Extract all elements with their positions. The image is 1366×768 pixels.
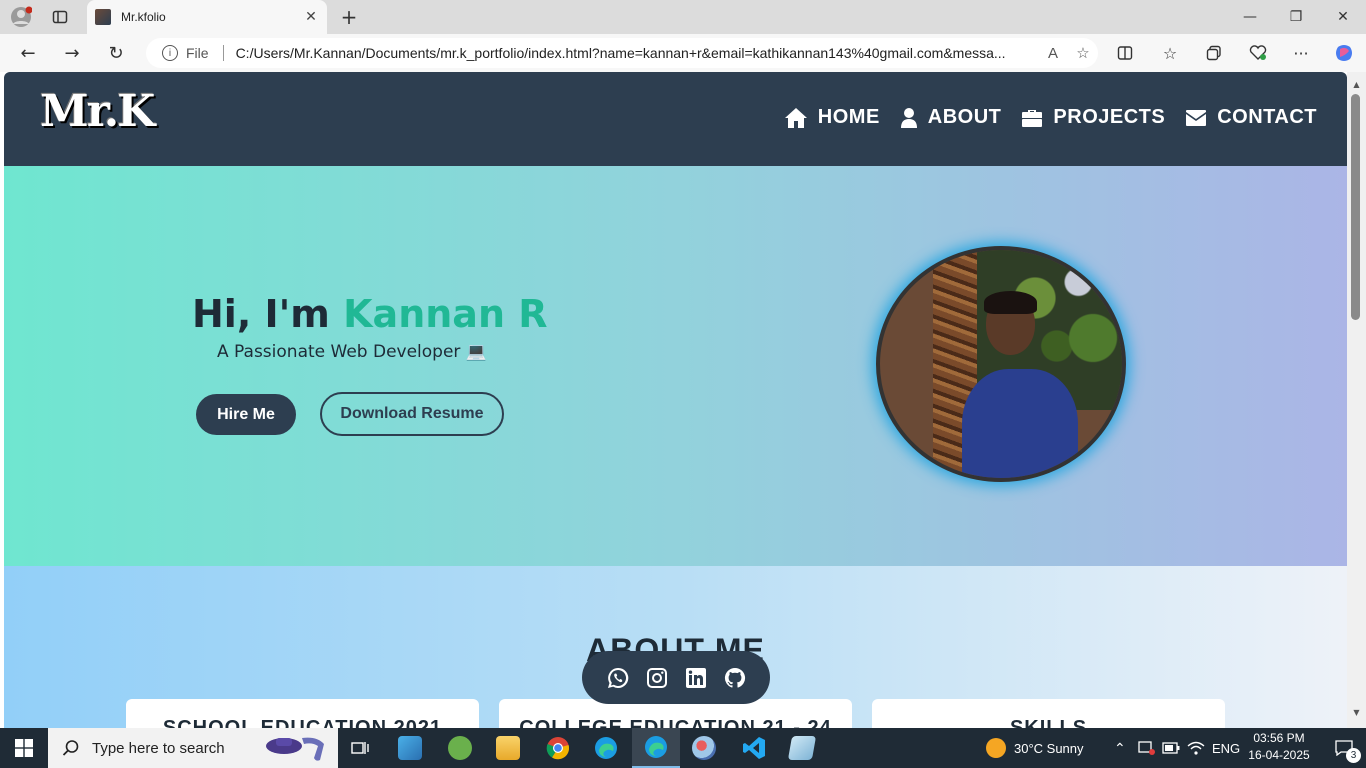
tab-portfolio[interactable]: Mr.kfolio ✕ xyxy=(87,0,327,34)
file-explorer-icon[interactable] xyxy=(484,728,532,768)
taskbar-app-spring-icon[interactable] xyxy=(436,728,484,768)
language-indicator[interactable]: ENG xyxy=(1212,728,1240,768)
split-screen-icon[interactable] xyxy=(1107,38,1143,68)
scrollbar-thumb[interactable] xyxy=(1351,94,1360,320)
nav-about-label: ABOUT xyxy=(927,106,1002,128)
sun-icon xyxy=(986,738,1006,758)
edge-icon[interactable] xyxy=(582,728,630,768)
hire-me-button[interactable]: Hire Me xyxy=(196,394,296,435)
notifications-icon[interactable]: 3 xyxy=(1322,728,1366,768)
scroll-up-icon[interactable]: ▲ xyxy=(1347,76,1366,92)
whatsapp-icon[interactable] xyxy=(605,665,630,690)
edge-active-icon[interactable] xyxy=(632,728,680,768)
card-school-education: SCHOOL EDUCATION 2021 xyxy=(126,699,479,728)
hero-name: Kannan R xyxy=(343,292,548,336)
nav-home-label: HOME xyxy=(817,106,880,128)
favorites-icon[interactable]: ☆ xyxy=(1152,38,1188,68)
clock-time: 03:56 PM xyxy=(1253,731,1305,745)
url-divider xyxy=(222,45,224,61)
nav-item-home[interactable]: HOME xyxy=(784,106,880,129)
minimize-icon[interactable]: — xyxy=(1227,0,1273,34)
collections-icon[interactable] xyxy=(1196,38,1232,68)
profile-icon[interactable] xyxy=(8,5,34,29)
hero-subtitle: A Passionate Web Developer 💻 xyxy=(217,342,487,362)
weather-text: 30°C Sunny xyxy=(1014,740,1084,756)
social-links-bar xyxy=(582,651,770,704)
task-view-icon[interactable] xyxy=(336,728,384,768)
user-icon xyxy=(900,107,917,128)
taskbar-app-monitor-icon[interactable] xyxy=(386,728,434,768)
weather-widget[interactable]: 30°C Sunny xyxy=(986,728,1084,768)
home-icon xyxy=(784,107,807,128)
vscode-icon[interactable] xyxy=(730,728,778,768)
nav-item-about[interactable]: ABOUT xyxy=(900,106,1002,129)
show-hidden-icons-icon[interactable]: ⌃ xyxy=(1114,728,1126,768)
copilot-icon[interactable] xyxy=(1326,38,1362,68)
profile-photo xyxy=(876,246,1126,482)
nav-contact-label: CONTACT xyxy=(1217,106,1317,128)
tab-actions-icon[interactable] xyxy=(46,5,74,29)
hero-heading: Hi, I'm Kannan R xyxy=(192,292,548,336)
restore-icon[interactable]: ❐ xyxy=(1273,0,1319,34)
site-navbar: Mr.K HOME ABOUT PROJECTS CONTACT xyxy=(4,72,1347,166)
nav-menu: HOME ABOUT PROJECTS CONTACT xyxy=(784,106,1317,129)
search-icon xyxy=(62,740,79,756)
envelope-icon xyxy=(1186,109,1207,126)
page-viewport: Mr.K HOME ABOUT PROJECTS CONTACT Hi, I'm… xyxy=(0,72,1366,728)
briefcase-icon xyxy=(1022,109,1043,127)
back-icon[interactable]: ← xyxy=(12,38,44,68)
download-resume-button[interactable]: Download Resume xyxy=(320,392,504,436)
taskbar-app-paint-icon[interactable] xyxy=(680,728,728,768)
notification-count-badge: 3 xyxy=(1346,748,1361,763)
browser-essentials-icon[interactable] xyxy=(1240,38,1276,68)
forward-icon[interactable]: → xyxy=(56,38,88,68)
tab-title: Mr.kfolio xyxy=(121,10,166,24)
info-icon[interactable]: i xyxy=(162,45,178,61)
site-logo[interactable]: Mr.K xyxy=(40,86,155,137)
page-scrollbar[interactable]: ▲ ▼ xyxy=(1347,72,1366,728)
search-placeholder: Type here to search xyxy=(92,739,225,757)
chrome-icon[interactable] xyxy=(534,728,582,768)
taskbar-app-notepad-icon[interactable] xyxy=(778,728,826,768)
url-text[interactable]: C:/Users/Mr.Kannan/Documents/mr.k_portfo… xyxy=(236,45,1038,61)
system-clock[interactable]: 03:56 PM 16-04-2025 xyxy=(1244,730,1314,764)
address-toolbar: ← → ↻ i File C:/Users/Mr.Kannan/Document… xyxy=(0,34,1366,72)
favorite-star-icon[interactable]: ☆ xyxy=(1068,44,1098,62)
nav-item-projects[interactable]: PROJECTS xyxy=(1021,106,1165,129)
github-icon[interactable] xyxy=(722,665,747,690)
browser-tab-bar: Mr.kfolio ✕ + — ❐ ✕ xyxy=(0,0,1366,34)
hero-text: Hi, I'm Kannan R A Passionate Web Develo… xyxy=(192,292,548,362)
meet-now-icon[interactable] xyxy=(1138,728,1156,768)
read-aloud-icon[interactable]: A xyxy=(1038,45,1068,62)
instagram-icon[interactable] xyxy=(644,665,669,690)
close-window-icon[interactable]: ✕ xyxy=(1320,0,1366,34)
card-skills: SKILLS xyxy=(872,699,1225,728)
address-bar[interactable]: i File C:/Users/Mr.Kannan/Documents/mr.k… xyxy=(146,38,1098,68)
windows-taskbar: Type here to search 30°C Sunny ⌃ ENG 03:… xyxy=(0,728,1366,768)
search-highlight-icon[interactable] xyxy=(262,734,344,768)
hero-greeting: Hi, I'm xyxy=(192,292,330,336)
clock-date: 16-04-2025 xyxy=(1248,748,1310,762)
windows-start-icon[interactable] xyxy=(0,728,48,768)
tab-favicon-icon xyxy=(95,9,111,25)
linkedin-icon[interactable] xyxy=(683,665,708,690)
refresh-icon[interactable]: ↻ xyxy=(100,38,132,68)
taskbar-search-input[interactable]: Type here to search xyxy=(48,728,338,768)
url-scheme-label: File xyxy=(186,45,209,61)
nav-item-contact[interactable]: CONTACT xyxy=(1185,106,1317,129)
new-tab-icon[interactable]: + xyxy=(336,5,362,29)
hero-section: Hi, I'm Kannan R A Passionate Web Develo… xyxy=(4,166,1347,566)
nav-projects-label: PROJECTS xyxy=(1053,106,1166,128)
more-options-icon[interactable]: ··· xyxy=(1283,38,1319,68)
close-tab-icon[interactable]: ✕ xyxy=(301,9,321,25)
wifi-icon[interactable] xyxy=(1187,728,1205,768)
scroll-down-icon[interactable]: ▼ xyxy=(1347,704,1366,720)
battery-icon[interactable] xyxy=(1162,728,1180,768)
